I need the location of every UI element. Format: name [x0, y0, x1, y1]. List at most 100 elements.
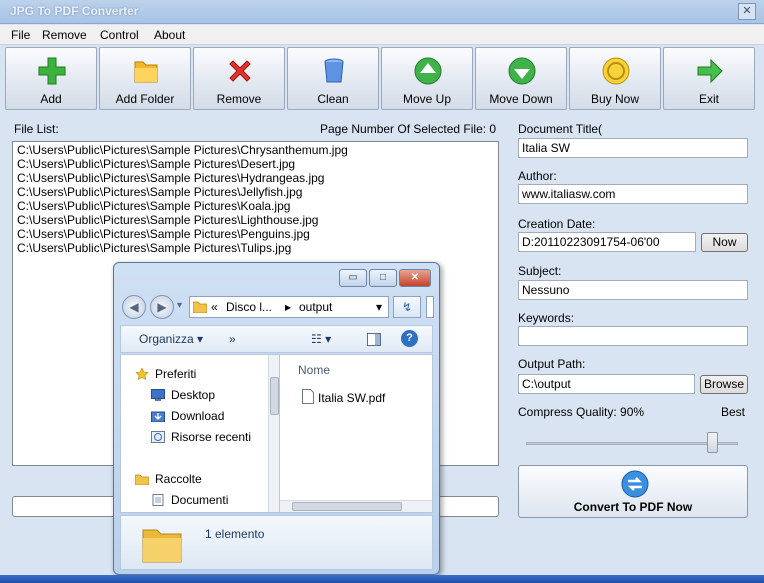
buy-now-button[interactable]: Buy Now: [569, 47, 661, 110]
author-field[interactable]: www.italiasw.com: [518, 184, 748, 204]
explorer-window: ▭ □ ✕ ◀ ▶ ▾ « Disco l... ▸ output ▾ ↯ Or…: [113, 262, 440, 575]
filepane-scrollbar[interactable]: [280, 500, 432, 512]
add-icon: [38, 57, 66, 85]
add-folder-label: Add Folder: [115, 92, 175, 106]
menu-about[interactable]: About: [154, 28, 185, 42]
nav-documents[interactable]: Documenti: [171, 493, 228, 507]
libraries-icon: [135, 474, 149, 485]
output-path-field[interactable]: C:\output: [518, 374, 695, 394]
address-dropdown-icon[interactable]: ▾: [376, 300, 382, 314]
remove-label: Remove: [216, 92, 262, 106]
keywords-field[interactable]: [518, 326, 748, 346]
nav-download[interactable]: Download: [171, 409, 224, 423]
exit-label: Exit: [698, 92, 719, 106]
organize-button[interactable]: Organizza ▾: [139, 332, 203, 346]
page-number-label: Page Number Of Selected File: 0: [320, 122, 497, 136]
add-button[interactable]: Add: [5, 47, 97, 110]
document-title-field[interactable]: Italia SW: [518, 138, 748, 158]
item-count: 1 elemento: [205, 527, 265, 541]
window-title: JPG To PDF Converter: [10, 4, 139, 18]
address-bar[interactable]: « Disco l... ▸ output ▾: [189, 296, 389, 318]
list-item[interactable]: C:\Users\Public\Pictures\Sample Pictures…: [17, 227, 310, 241]
add-folder-button[interactable]: Add Folder: [99, 47, 191, 110]
exit-button[interactable]: Exit: [663, 47, 755, 110]
output-path-label: Output Path:: [518, 357, 586, 371]
address-crumb-disk[interactable]: Disco l...: [226, 300, 272, 314]
menu-remove[interactable]: Remove: [42, 28, 87, 42]
scrollbar-thumb[interactable]: [270, 377, 279, 415]
move-down-icon: [508, 57, 536, 85]
exit-icon: [697, 58, 723, 84]
explorer-command-bar: Organizza ▾ » ☷ ▾ ?: [120, 325, 433, 353]
convert-to-pdf-button[interactable]: Convert To PDF Now: [518, 465, 748, 518]
desktop-icon: [151, 389, 165, 401]
view-options-button[interactable]: ☷ ▾: [311, 332, 331, 346]
file-item-name[interactable]: Italia SW.pdf: [318, 391, 385, 405]
convert-label: Convert To PDF Now: [573, 500, 693, 514]
move-up-label: Move Up: [402, 92, 452, 106]
clean-icon: [324, 58, 344, 83]
clean-label: Clean: [317, 92, 349, 106]
convert-icon: [621, 470, 649, 498]
compress-quality-label: Compress Quality: 90%: [518, 405, 645, 419]
subject-field[interactable]: Nessuno: [518, 280, 748, 300]
move-up-button[interactable]: Move Up: [381, 47, 473, 110]
folder-icon: [193, 301, 207, 313]
history-dropdown-icon[interactable]: ▾: [177, 300, 182, 311]
explorer-file-pane: Nome Italia SW.pdf: [279, 354, 433, 513]
nav-desktop[interactable]: Desktop: [171, 388, 215, 402]
menu-control[interactable]: Control: [100, 28, 139, 42]
list-item[interactable]: C:\Users\Public\Pictures\Sample Pictures…: [17, 185, 302, 199]
subject-label: Subject:: [518, 264, 562, 278]
remove-button[interactable]: Remove: [193, 47, 285, 110]
preview-pane-icon[interactable]: [367, 333, 381, 346]
clean-button[interactable]: Clean: [287, 47, 379, 110]
list-item[interactable]: C:\Users\Public\Pictures\Sample Pictures…: [17, 157, 295, 171]
address-separator[interactable]: ▸: [285, 300, 291, 314]
star-icon: [135, 368, 149, 380]
column-header-name[interactable]: Nome: [298, 363, 330, 377]
move-down-label: Move Down: [489, 92, 553, 106]
explorer-close-button[interactable]: ✕: [399, 269, 431, 287]
help-icon[interactable]: ?: [401, 330, 418, 347]
document-title-label: Document Title(: [518, 122, 603, 136]
explorer-details-pane: 1 elemento: [120, 515, 433, 570]
quality-slider-thumb[interactable]: [707, 432, 718, 453]
address-crumb-output[interactable]: output: [299, 300, 332, 314]
move-down-button[interactable]: Move Down: [475, 47, 567, 110]
menu-bar: File Remove Control About: [0, 25, 764, 45]
title-bar: JPG To PDF Converter ✕: [0, 0, 764, 24]
menu-file[interactable]: File: [11, 28, 30, 42]
maximize-button[interactable]: □: [369, 269, 397, 287]
forward-button[interactable]: ▶: [150, 295, 174, 319]
download-icon: [151, 411, 165, 422]
creation-date-field[interactable]: D:20110223091754-06'00: [518, 232, 696, 252]
explorer-navigation-pane: Preferiti Desktop Download Risorse recen…: [120, 354, 280, 513]
nav-libraries[interactable]: Raccolte: [155, 472, 202, 486]
folder-icon: [134, 61, 158, 83]
list-item[interactable]: C:\Users\Public\Pictures\Sample Pictures…: [17, 199, 290, 213]
list-item[interactable]: C:\Users\Public\Pictures\Sample Pictures…: [17, 241, 291, 255]
buy-icon: [602, 57, 630, 85]
now-button[interactable]: Now: [701, 233, 748, 252]
file-list-label: File List:: [14, 122, 59, 136]
minimize-button[interactable]: ▭: [339, 269, 367, 287]
add-label: Add: [40, 92, 62, 106]
nav-recent[interactable]: Risorse recenti: [171, 430, 251, 444]
browse-button[interactable]: Browse: [700, 375, 748, 394]
refresh-button[interactable]: ↯: [393, 296, 421, 318]
nav-favorites[interactable]: Preferiti: [155, 367, 196, 381]
search-input[interactable]: [426, 296, 434, 318]
back-button[interactable]: ◀: [122, 295, 146, 319]
creation-date-label: Creation Date:: [518, 217, 596, 231]
scrollbar-thumb[interactable]: [292, 502, 402, 511]
explorer-caption-buttons: ▭ □ ✕: [339, 269, 431, 287]
more-commands-button[interactable]: »: [229, 332, 236, 346]
list-item[interactable]: C:\Users\Public\Pictures\Sample Pictures…: [17, 213, 318, 227]
pdf-file-icon: [302, 389, 314, 404]
list-item[interactable]: C:\Users\Public\Pictures\Sample Pictures…: [17, 171, 324, 185]
app-window: JPG To PDF Converter ✕ File Remove Contr…: [0, 0, 764, 583]
list-item[interactable]: C:\Users\Public\Pictures\Sample Pictures…: [17, 143, 348, 157]
close-button[interactable]: ✕: [738, 3, 756, 20]
author-label: Author:: [518, 169, 557, 183]
